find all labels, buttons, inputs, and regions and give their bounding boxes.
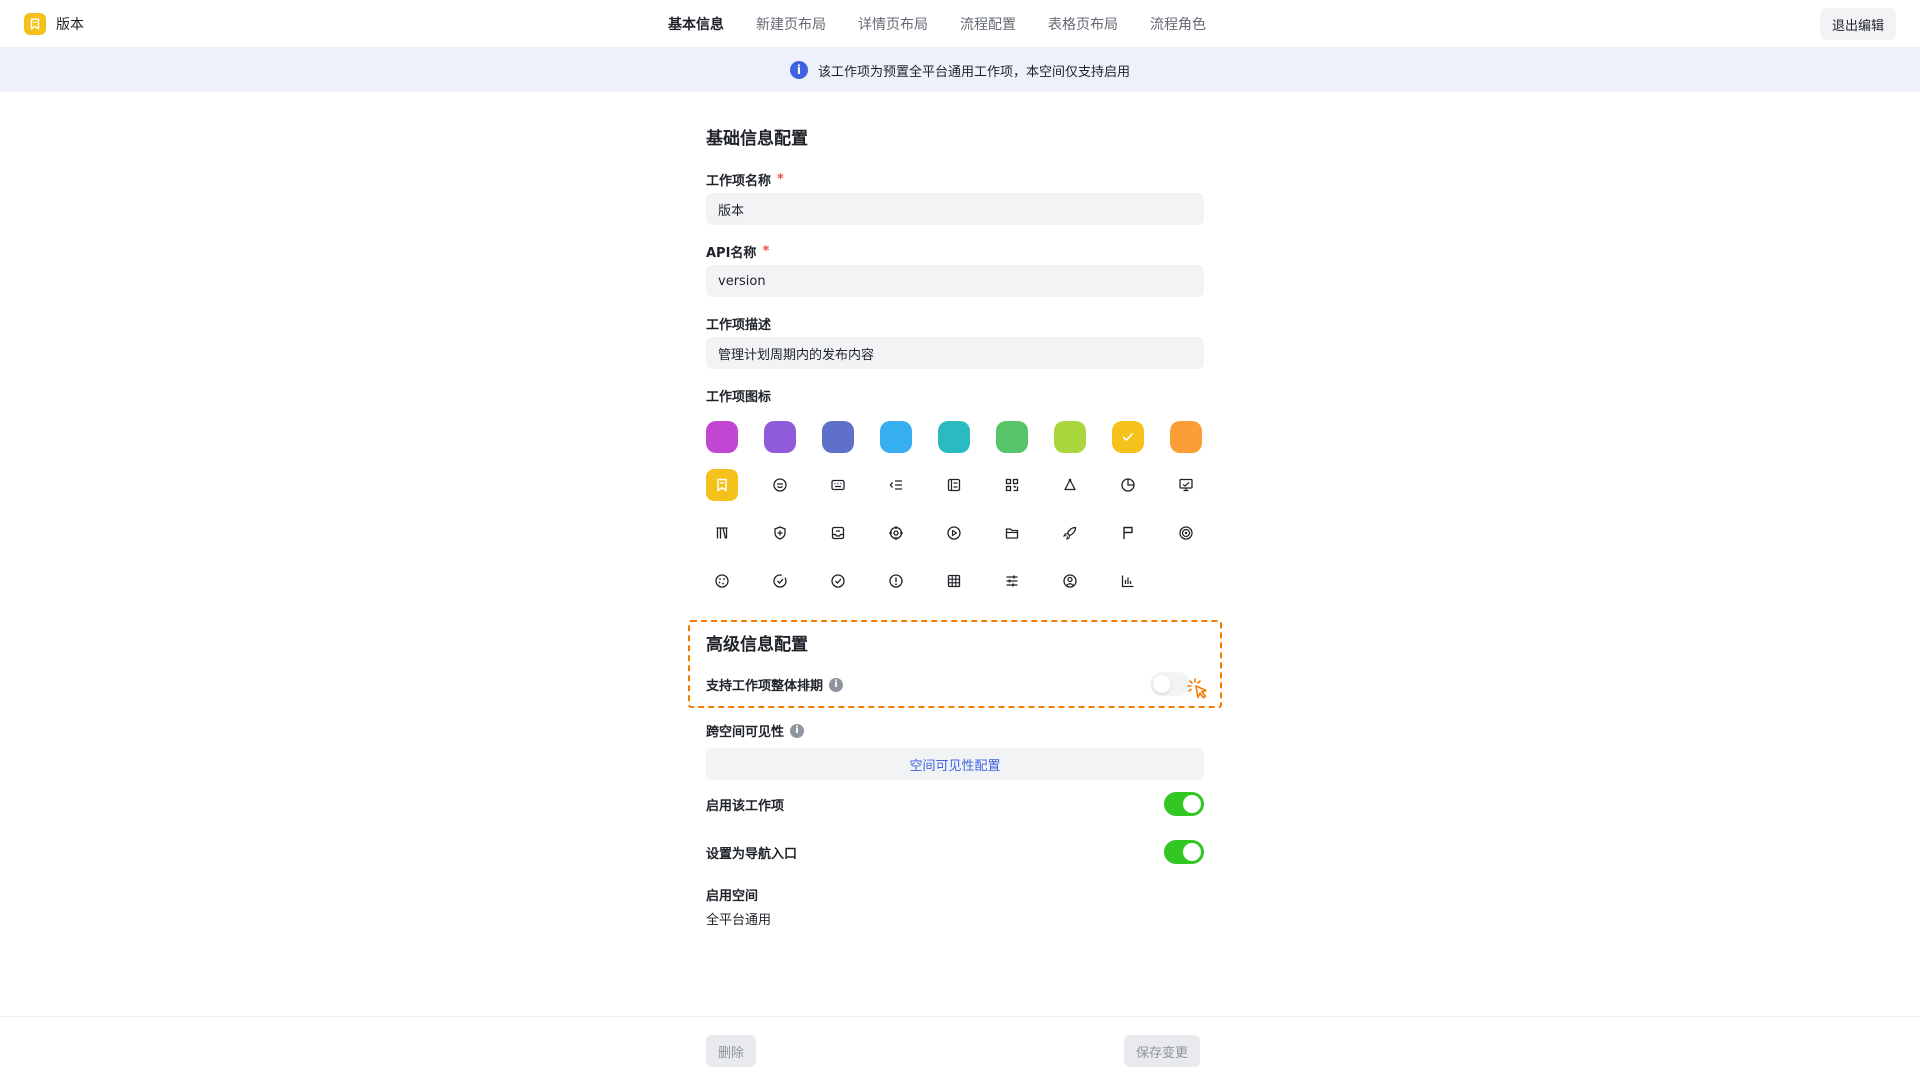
save-changes-button[interactable]: 保存变更 bbox=[1124, 1035, 1201, 1067]
book-icon[interactable] bbox=[706, 517, 738, 549]
bookmark-icon[interactable] bbox=[706, 469, 738, 501]
palette-icon[interactable] bbox=[706, 565, 738, 597]
color-swatch[interactable] bbox=[996, 421, 1028, 453]
name-label: 工作项名称 * bbox=[706, 170, 784, 189]
icon-picker bbox=[706, 469, 1202, 597]
folder-icon[interactable] bbox=[996, 517, 1028, 549]
alert-circle-icon[interactable] bbox=[880, 565, 912, 597]
pie-chart-icon[interactable] bbox=[1112, 469, 1144, 501]
schedule-label-text: 支持工作项整体排期 bbox=[706, 679, 824, 694]
desc-label: 工作项描述 bbox=[706, 314, 771, 333]
color-swatch[interactable] bbox=[938, 421, 970, 453]
required-mark: * bbox=[777, 172, 784, 187]
space-label: 启用空间 bbox=[706, 885, 758, 904]
name-field[interactable]: 版本 bbox=[706, 193, 1204, 225]
cursor-click-icon bbox=[1187, 678, 1207, 699]
color-swatches bbox=[706, 421, 1202, 453]
flag-icon[interactable] bbox=[1112, 517, 1144, 549]
indent-list-icon[interactable] bbox=[880, 469, 912, 501]
info-icon[interactable]: i bbox=[829, 677, 844, 692]
enable-toggle[interactable] bbox=[1164, 792, 1204, 816]
tab-basic-info[interactable]: 基本信息 bbox=[668, 14, 724, 34]
footer-bar: 删除 保存变更 bbox=[0, 1016, 1920, 1080]
tab-table-layout[interactable]: 表格页布局 bbox=[1048, 14, 1118, 34]
inbox-icon[interactable] bbox=[822, 517, 854, 549]
list-icon[interactable] bbox=[938, 469, 970, 501]
app-header: 版本 bbox=[24, 12, 84, 36]
bullseye-icon[interactable] bbox=[1170, 517, 1202, 549]
check-circle-icon[interactable] bbox=[822, 565, 854, 597]
smiley-icon[interactable] bbox=[764, 469, 796, 501]
cross-space-label: 跨空间可见性 i bbox=[706, 721, 805, 740]
required-mark: * bbox=[762, 244, 770, 259]
qr-code-icon[interactable] bbox=[996, 469, 1028, 501]
presentation-icon[interactable] bbox=[1170, 469, 1202, 501]
notice-banner: i 该工作项为预置全平台通用工作项，本空间仅支持启用 bbox=[0, 48, 1920, 92]
info-icon: i bbox=[789, 61, 808, 79]
advanced-section-title: 高级信息配置 bbox=[706, 635, 808, 655]
rocket-icon[interactable] bbox=[1054, 517, 1086, 549]
api-label-text: API名称 bbox=[706, 246, 757, 261]
info-icon[interactable]: i bbox=[790, 723, 805, 738]
color-swatch-selected[interactable] bbox=[1112, 421, 1144, 453]
tab-detail-layout[interactable]: 详情页布局 bbox=[858, 14, 928, 34]
sliders-icon[interactable] bbox=[996, 565, 1028, 597]
icon-label: 工作项图标 bbox=[706, 386, 771, 405]
space-value: 全平台通用 bbox=[706, 913, 772, 928]
space-visibility-button[interactable]: 空间可见性配置 bbox=[706, 748, 1204, 780]
tab-bar: 基本信息 新建页布局 详情页布局 流程配置 表格页布局 流程角色 bbox=[668, 0, 1206, 48]
user-circle-icon[interactable] bbox=[1054, 565, 1086, 597]
exit-edit-button[interactable]: 退出编辑 bbox=[1819, 8, 1896, 40]
shield-plus-icon[interactable] bbox=[764, 517, 796, 549]
name-label-text: 工作项名称 bbox=[706, 174, 772, 189]
bar-chart-icon[interactable] bbox=[1112, 565, 1144, 597]
desc-label-text: 工作项描述 bbox=[706, 318, 772, 333]
enable-label-text: 启用该工作项 bbox=[706, 799, 785, 814]
color-swatch[interactable] bbox=[880, 421, 912, 453]
icon-label-text: 工作项图标 bbox=[706, 390, 772, 405]
grid-table-icon[interactable] bbox=[938, 565, 970, 597]
nav-entry-label: 设置为导航入口 bbox=[706, 843, 797, 862]
color-swatch[interactable] bbox=[822, 421, 854, 453]
api-field[interactable]: version bbox=[706, 265, 1204, 297]
nav-entry-label-text: 设置为导航入口 bbox=[706, 847, 798, 862]
basic-section-title: 基础信息配置 bbox=[706, 129, 808, 149]
api-label: API名称 * bbox=[706, 242, 769, 261]
delete-button[interactable]: 删除 bbox=[706, 1035, 757, 1067]
target-crosshair-icon[interactable] bbox=[880, 517, 912, 549]
app-name: 版本 bbox=[56, 17, 84, 33]
play-circle-icon[interactable] bbox=[938, 517, 970, 549]
tab-create-layout[interactable]: 新建页布局 bbox=[756, 14, 826, 34]
tab-workflow-roles[interactable]: 流程角色 bbox=[1150, 14, 1206, 34]
tab-workflow-config[interactable]: 流程配置 bbox=[960, 14, 1016, 34]
color-swatch[interactable] bbox=[764, 421, 796, 453]
color-swatch[interactable] bbox=[706, 421, 738, 453]
bookmark-icon bbox=[24, 13, 46, 35]
color-swatch[interactable] bbox=[1170, 421, 1202, 453]
cross-space-label-text: 跨空间可见性 bbox=[706, 725, 785, 740]
enable-label: 启用该工作项 bbox=[706, 795, 784, 814]
color-swatch[interactable] bbox=[1054, 421, 1086, 453]
top-bar: 版本 基本信息 新建页布局 详情页布局 流程配置 表格页布局 流程角色 退出编辑 bbox=[0, 0, 1920, 48]
space-label-text: 启用空间 bbox=[706, 889, 759, 904]
nav-entry-toggle[interactable] bbox=[1164, 840, 1204, 864]
notice-text: 该工作项为预置全平台通用工作项，本空间仅支持启用 bbox=[817, 64, 1130, 80]
keyboard-icon[interactable] bbox=[822, 469, 854, 501]
schedule-label: 支持工作项整体排期 i bbox=[706, 675, 844, 694]
check-badge-icon[interactable] bbox=[764, 565, 796, 597]
triangle-nodes-icon[interactable] bbox=[1054, 469, 1086, 501]
desc-field[interactable]: 管理计划周期内的发布内容 bbox=[706, 337, 1204, 369]
check-icon bbox=[1122, 433, 1134, 441]
